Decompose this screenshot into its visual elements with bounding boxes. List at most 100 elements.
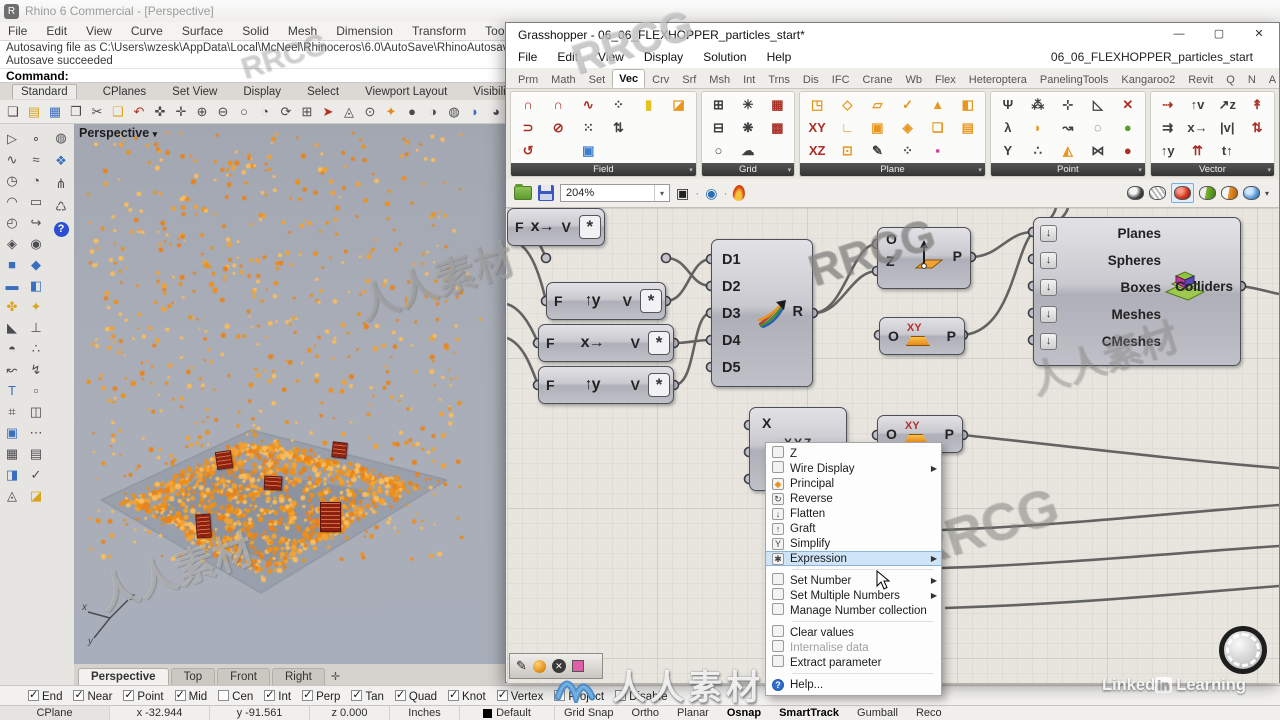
- sidebar-tool-icon[interactable]: ≈: [24, 149, 48, 170]
- input-port-label[interactable]: Spheres: [1065, 253, 1161, 268]
- sidebar-tool-icon[interactable]: ↯: [24, 359, 48, 380]
- checkbox[interactable]: [174, 688, 186, 701]
- status-toggle[interactable]: Grid Snap: [555, 707, 623, 719]
- component-category-tab[interactable]: Trns: [762, 71, 796, 88]
- component-icon[interactable]: ✓: [902, 97, 913, 112]
- component-category-tab[interactable]: A: [1263, 71, 1280, 88]
- input-port-label[interactable]: Meshes: [1065, 307, 1161, 322]
- component-icon[interactable]: ↑y: [1161, 143, 1175, 158]
- status-toggle[interactable]: Gumball: [848, 707, 907, 719]
- pencil-icon[interactable]: ✎: [516, 658, 527, 674]
- colliders-node[interactable]: ↓ Planes ↓ Spheres ↓ Boxes ↓ Meshes ↓ CM…: [1033, 217, 1241, 366]
- context-menu-item[interactable]: [766, 670, 941, 677]
- component-icon[interactable]: ●: [1124, 143, 1132, 158]
- toolbar-icon[interactable]: ◍: [445, 103, 463, 121]
- sidebar-tool-icon[interactable]: ◔: [24, 170, 48, 191]
- rhino-toolbar-tab[interactable]: Select: [307, 86, 339, 98]
- units-label[interactable]: Inches: [390, 706, 460, 720]
- gem-icon[interactable]: [1198, 186, 1216, 200]
- component-icon[interactable]: λ: [1004, 120, 1011, 135]
- checkbox[interactable]: [351, 688, 363, 701]
- merge-input-row[interactable]: D2: [712, 273, 812, 300]
- viewport-tab[interactable]: Perspective: [78, 668, 169, 685]
- sidebar-tool-icon[interactable]: ◈: [0, 233, 24, 254]
- zoom-extents-icon[interactable]: ▣: [676, 185, 689, 202]
- rhino-menu-item[interactable]: Transform: [412, 24, 466, 38]
- toolbar-icon[interactable]: ◕: [487, 103, 505, 121]
- component-category-tab[interactable]: Crane: [857, 71, 899, 88]
- sidebar-tool-icon[interactable]: ◧: [24, 275, 48, 296]
- component-category-tab[interactable]: Kangaroo2: [1115, 71, 1181, 88]
- component-icon[interactable]: ◗: [1034, 120, 1042, 135]
- rhino-menu-item[interactable]: View: [86, 24, 112, 38]
- toolbar-icon[interactable]: ✛: [172, 103, 190, 121]
- canvas-compass-widget[interactable]: [1219, 626, 1267, 674]
- component-category-tab[interactable]: Set: [583, 71, 612, 88]
- grasshopper-titlebar[interactable]: Grasshopper - 06_06_FLEXHOPPER_particles…: [506, 23, 1279, 46]
- component-icon[interactable]: ▩: [771, 120, 783, 135]
- toolbar-icon[interactable]: ◑: [424, 103, 442, 121]
- cancel-icon[interactable]: ✕: [551, 659, 566, 673]
- paint-blob-icon[interactable]: [532, 659, 546, 673]
- zoom-level-select[interactable]: 204% ▾: [560, 184, 670, 202]
- component-icon[interactable]: Υ: [1004, 143, 1013, 158]
- toolbar-icon[interactable]: ◔: [256, 103, 274, 121]
- perspective-viewport[interactable]: Perspective ▾ x y z: [74, 124, 505, 664]
- rhino-menu-item[interactable]: Solid: [242, 24, 269, 38]
- context-menu-item[interactable]: [766, 566, 941, 573]
- palette-group-label[interactable]: Point ▾: [990, 163, 1145, 176]
- osnap-toggle[interactable]: Vertex: [496, 688, 543, 703]
- sidebar-tool-icon[interactable]: ◪: [24, 485, 48, 506]
- input-port-label[interactable]: Boxes: [1065, 280, 1161, 295]
- component-icon[interactable]: ◈: [903, 120, 913, 135]
- component-icon[interactable]: ◭: [1063, 143, 1073, 158]
- add-viewport-icon[interactable]: ✛: [327, 668, 344, 685]
- output-port-label[interactable]: R: [793, 304, 803, 320]
- component-icon[interactable]: ✎: [872, 143, 883, 158]
- checkbox[interactable]: [302, 688, 314, 701]
- toolbar-icon[interactable]: ✂: [88, 103, 106, 121]
- rhino-menu-item[interactable]: Dimension: [336, 24, 393, 38]
- component-icon[interactable]: ▲: [931, 97, 944, 112]
- unit-vector-node[interactable]: F ↑y V *: [546, 282, 666, 320]
- gem-icon[interactable]: [1220, 186, 1238, 200]
- sidebar-tool-icon[interactable]: ▫: [24, 380, 48, 401]
- osnap-toggle[interactable]: Project: [554, 689, 604, 703]
- component-category-tab[interactable]: Srf: [676, 71, 702, 88]
- sidebar-tool-icon[interactable]: ∿: [0, 149, 24, 170]
- component-category-tab[interactable]: Msh: [703, 71, 736, 88]
- toolbar-icon[interactable]: ➤: [319, 103, 337, 121]
- sidebar-tool-icon[interactable]: ∴: [24, 338, 48, 359]
- context-menu-item[interactable]: Set Number ▶: [766, 573, 941, 588]
- input-port-label[interactable]: D4: [722, 333, 741, 349]
- sidebar-tool-icon[interactable]: T: [0, 380, 24, 401]
- rhino-toolbar-tab[interactable]: Viewport Layout: [365, 86, 447, 98]
- component-icon[interactable]: ∴: [1034, 143, 1042, 158]
- output-port-label[interactable]: P: [945, 426, 954, 442]
- viewport-tab[interactable]: Right: [271, 668, 325, 685]
- component-category-tab[interactable]: Vec: [612, 69, 646, 88]
- toolbar-icon[interactable]: ⊖: [214, 103, 232, 121]
- checkbox[interactable]: [615, 689, 627, 701]
- component-icon[interactable]: ▮: [645, 97, 652, 112]
- toolbar-icon[interactable]: ▦: [46, 103, 64, 121]
- component-icon[interactable]: ⁙: [583, 120, 594, 135]
- context-menu-item[interactable]: Extract parameter: [766, 655, 941, 670]
- toolbar-icon[interactable]: ◗: [466, 103, 484, 121]
- solver-flame-icon[interactable]: [732, 184, 747, 202]
- status-toggle[interactable]: SmartTrack: [770, 707, 848, 719]
- component-icon[interactable]: ⊟: [713, 120, 724, 135]
- flatten-arrow-icon[interactable]: ↓: [1040, 225, 1057, 242]
- toolbar-icon[interactable]: ⊕: [193, 103, 211, 121]
- rhino-menu-item[interactable]: Edit: [46, 24, 67, 38]
- toolbar-icon[interactable]: ✦: [382, 103, 400, 121]
- component-icon[interactable]: XY: [809, 120, 826, 135]
- sidebar-tool-icon[interactable]: ◣: [0, 317, 24, 338]
- input-port-label[interactable]: Planes: [1065, 226, 1161, 241]
- rhino-menu-item[interactable]: File: [8, 24, 27, 38]
- checkbox[interactable]: [28, 688, 39, 701]
- grasshopper-menu-item[interactable]: Display: [644, 50, 683, 64]
- component-icon[interactable]: ⊃: [523, 120, 534, 135]
- collider-input-row[interactable]: ↓ CMeshes: [1034, 328, 1240, 355]
- rhino-toolbar-tab[interactable]: Display: [243, 86, 281, 98]
